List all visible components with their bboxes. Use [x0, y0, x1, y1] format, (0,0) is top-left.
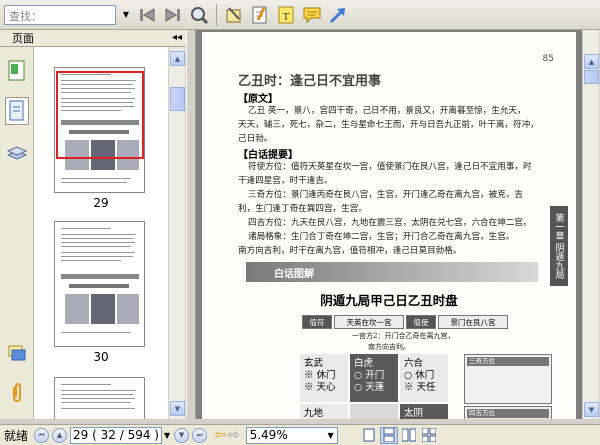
svg-text:T: T [283, 11, 290, 23]
summary-2: 干逢四星宫，时干逢吉。 [238, 176, 333, 186]
thumbnail-scrollbar[interactable]: ▲ ▼ [168, 47, 185, 419]
page-header-number: 85 [542, 54, 554, 64]
status-bar: 就绪 ⏮ ▲ 29 ( 32 / 594 ) ▼ ▼ ⏭ ⇦ ⇨ 5.49% ▼ [0, 424, 600, 445]
history-forward-icon[interactable]: ⇨ [228, 427, 240, 443]
summary-6: 诸局格象：生门合丁奇在坤二宫，生宫；开门合乙奇在离九宫，生宫。 [248, 232, 515, 242]
summary-heading: 【白话提要】 [238, 150, 298, 161]
grid-cell-2: 白虎 ○ 开门 ○ 天蓬 [350, 354, 398, 402]
page-number-field[interactable]: 29 ( 32 / 594 ) [70, 426, 162, 444]
search-input[interactable]: 查找： [4, 4, 116, 25]
original-text-3: 己日勃。 [238, 134, 273, 144]
facing-view-icon[interactable] [400, 427, 418, 444]
continuous-view-icon[interactable] [379, 426, 398, 444]
side-tab-strip [0, 47, 34, 419]
grid-cell-6: 太阴 [400, 404, 448, 419]
layers-tab-icon[interactable] [5, 139, 29, 167]
bookmarks-tab-icon[interactable] [5, 57, 29, 85]
search-dropdown-icon[interactable]: ▼ [120, 5, 132, 25]
original-heading: 【原文】 [238, 94, 278, 105]
original-text-1: 乙丑 英一，景八，宫四干奇，己日不用，景良又，开离暮至惊，生允天， [248, 106, 526, 116]
doc-scroll-up-icon[interactable]: ▲ [584, 54, 599, 69]
forward-icon[interactable] [162, 4, 184, 26]
note-icon[interactable] [249, 4, 271, 26]
next-page-icon[interactable]: ▼ [174, 427, 190, 443]
continuous-facing-view-icon[interactable] [420, 427, 438, 444]
text-icon[interactable]: T [275, 4, 297, 26]
thumbnail-label-29: 29 [93, 196, 109, 210]
summary-3: 三奇方位：景门逢丙奇在艮八宫，生宫，开门逢乙奇在离九宫，被克，吉 [248, 190, 524, 200]
pdf-viewer-window: 查找： ▼ T 页面 ◂◂ 29 30 ▲ ▼ 85 乙丑时：逢己日不宜用事 【… [0, 0, 600, 445]
tag-zhifu: 值符 [302, 315, 332, 329]
side-box-sanqi: 三奇方位 [464, 354, 552, 404]
panel-splitter[interactable] [186, 30, 196, 419]
tag-zhishi: 值使 [406, 315, 436, 329]
back-icon[interactable] [136, 4, 158, 26]
document-scrollbar[interactable]: ▲ ▼ [582, 30, 599, 419]
history-back-icon[interactable]: ⇦ [214, 427, 226, 443]
pdf-page: 85 乙丑时：逢己日不宜用事 【原文】 乙丑 英一，景八，宫四干奇，己日不用，景… [202, 32, 576, 419]
thumbnail-page-31[interactable] [54, 377, 145, 419]
diagram-annotation: 一宫方2：开门合乙奇在离九宫， [352, 332, 455, 340]
zoom-value: 5.49% [249, 428, 288, 442]
toolbar: 查找： ▼ T [0, 0, 600, 30]
attachments-tab-icon[interactable] [5, 379, 29, 407]
comments-tab-icon[interactable] [5, 339, 29, 367]
diagram-title: 阴遁九局甲己日乙丑时盘 [320, 293, 458, 308]
zoom-field[interactable]: 5.49% ▼ [245, 426, 338, 444]
arrow-icon[interactable] [327, 4, 349, 26]
toolbar-separator [216, 3, 217, 26]
collapse-panel-icon[interactable]: ◂◂ [172, 32, 182, 43]
diagram-annotation-2: 南方向吉利。 [368, 343, 410, 351]
illustration-banner: 白话图解 [246, 262, 538, 282]
tag-zhifu-value: 天英在坎一宫 [334, 315, 404, 329]
chapter-side-tab: 第一章 阴遁九局 [550, 206, 568, 286]
pages-tab-icon[interactable] [5, 97, 29, 125]
last-page-icon[interactable]: ⏭ [192, 427, 208, 443]
thumbnail-pane: 29 30 [34, 47, 168, 419]
grid-cell-1: 玄武 ※ 休门 ※ 天心 [300, 354, 348, 402]
doc-scroll-down-icon[interactable]: ▼ [584, 402, 599, 417]
pages-panel-header: 页面 ◂◂ [0, 30, 186, 47]
original-text-2: 天天，辅三，死七，杂二，生与星命七王而，开与日吾九正前，叶干离，符冲， [238, 120, 539, 130]
summary-5: 四吉方位：九天在艮八宫，九地在震三宫，太阴在兑七宫，六合在坤二宫。 [248, 218, 532, 228]
doc-scroll-thumb[interactable] [584, 70, 599, 84]
document-view[interactable]: 85 乙丑时：逢己日不宜用事 【原文】 乙丑 英一，景八，宫四干奇，己日不用，景… [196, 30, 582, 419]
grid-cell-3: 六合 ○ 休门 ※ 天任 [400, 354, 448, 402]
grid-cell-4: 九地 [300, 404, 348, 419]
thumbnail-label-30: 30 [93, 350, 109, 364]
summary-1: 符使方位：值符天英星在坎一宫，值使景门在艮八宫，逢己日不宜用事，时 [248, 162, 532, 172]
thumbnail-scroll-thumb[interactable] [170, 87, 185, 111]
first-page-icon[interactable]: ⏮ [34, 427, 50, 443]
visible-area-frame[interactable] [56, 71, 144, 159]
prev-page-icon[interactable]: ▲ [52, 427, 68, 443]
page-of-total: ( 32 / 594 ) [92, 428, 159, 442]
grid-cell-5 [350, 404, 398, 419]
page-dropdown-icon[interactable]: ▼ [164, 431, 170, 440]
banner-label: 白话图解 [274, 269, 314, 280]
page-title: 乙丑时：逢己日不宜用事 [238, 74, 382, 89]
side-box-siji: 四吉方位 [464, 406, 552, 419]
hand-tool-icon[interactable] [223, 4, 245, 26]
status-text: 就绪 [4, 428, 29, 443]
current-page: 29 [73, 428, 89, 442]
tag-zhishi-value: 景门在艮八宫 [438, 315, 508, 329]
zoom-icon[interactable] [188, 4, 210, 26]
scroll-up-icon[interactable]: ▲ [170, 51, 185, 66]
summary-4: 利，生门逢丁奇在巽四宫，生宫。 [238, 204, 367, 214]
single-page-view-icon[interactable] [360, 427, 378, 444]
thumbnail-page-30[interactable] [54, 221, 145, 347]
pages-panel-title: 页面 [12, 32, 34, 45]
summary-7: 南方向吉利，时干在离九宫，值符相冲，逢己日莫目勃格。 [238, 246, 462, 256]
zoom-dropdown-icon[interactable]: ▼ [327, 431, 333, 440]
comment-icon[interactable] [301, 4, 323, 26]
scroll-down-icon[interactable]: ▼ [170, 401, 185, 416]
